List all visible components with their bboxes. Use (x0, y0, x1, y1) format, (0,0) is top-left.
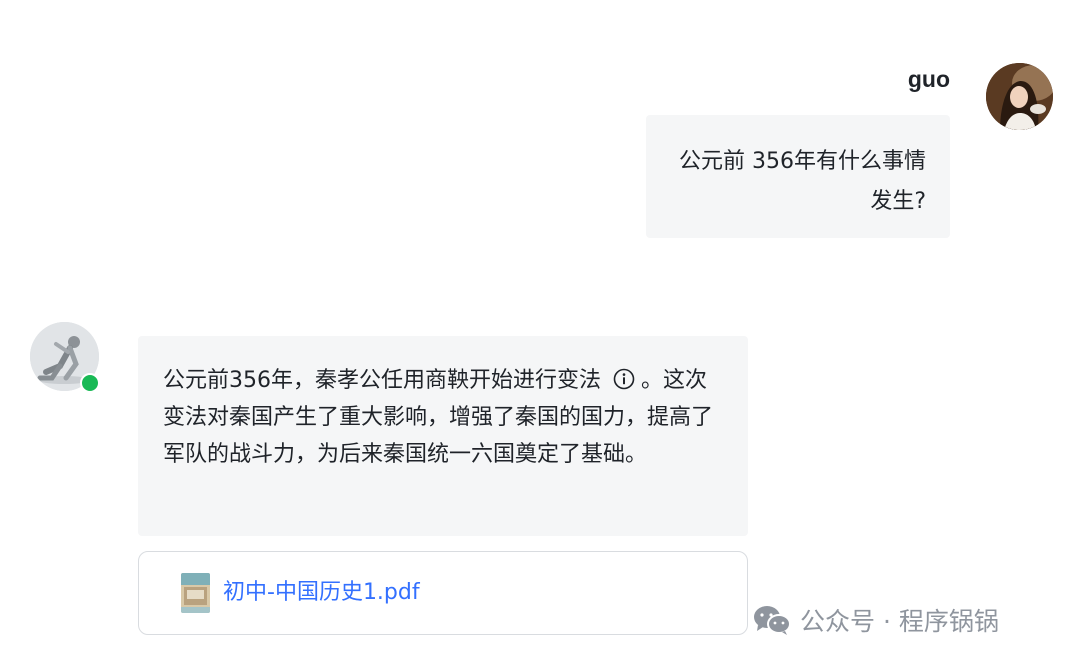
user-name: guo (907, 66, 950, 92)
user-message-bubble: 公元前 356年有什么事情发生? (646, 115, 950, 238)
bot-message-text: 公元前356年，秦孝公任用商鞅开始进行变法 (163, 368, 601, 393)
user-avatar[interactable] (986, 63, 1053, 130)
watermark: 公众号 · 程序锅锅 (752, 601, 999, 639)
bot-message-bubble: 公元前356年，秦孝公任用商鞅开始进行变法 。这次变法对秦国产生了重大影响，增强… (138, 336, 748, 536)
file-name-link[interactable]: 初中-中国历史1.pdf (223, 579, 420, 607)
info-icon[interactable] (613, 368, 635, 390)
watermark-text: 公众号 · 程序锅锅 (800, 607, 999, 636)
wechat-icon (754, 606, 791, 635)
pdf-thumbnail-icon (181, 573, 210, 613)
online-status-dot (80, 373, 100, 393)
chat-view: guo 公元前 356年有什么事情发生? 公元前356年，秦孝公任用商鞅开始进行… (0, 0, 1080, 663)
file-attachment-card[interactable]: 初中-中国历史1.pdf (138, 551, 748, 635)
